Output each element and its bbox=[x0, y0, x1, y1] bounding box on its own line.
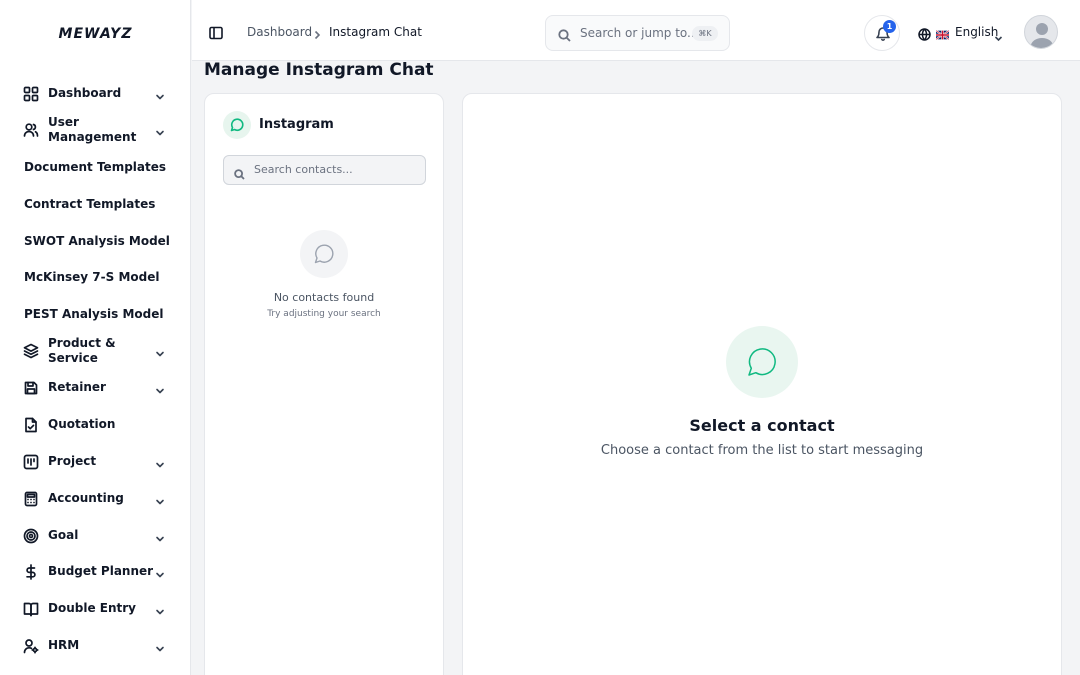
empty-chat-icon bbox=[300, 230, 348, 278]
contact-search-placeholder: Search contacts... bbox=[254, 163, 353, 176]
sidebar-item-label: Double Entry bbox=[48, 601, 136, 615]
empty-state-subtitle: Try adjusting your search bbox=[267, 309, 381, 319]
sidebar-item-label: HRM bbox=[48, 638, 80, 652]
uk-flag-icon bbox=[935, 25, 950, 41]
breadcrumb-current: Instagram Chat bbox=[329, 25, 422, 39]
grid-icon bbox=[23, 86, 39, 102]
user-silhouette-icon bbox=[1030, 23, 1054, 48]
sidebar-item-label: Dashboard bbox=[48, 86, 122, 100]
chevron-down-icon bbox=[154, 640, 166, 652]
users-icon bbox=[23, 122, 39, 138]
chevron-down-icon bbox=[154, 88, 166, 100]
sidebar-item-dashboard[interactable]: Dashboard bbox=[0, 84, 190, 104]
sidebar-item-user-management[interactable]: User Management bbox=[0, 114, 190, 146]
contacts-panel: Instagram Search contacts... No contacts… bbox=[204, 93, 444, 675]
sidebar-item-label: McKinsey 7-S Model bbox=[24, 270, 160, 284]
chat-bubble-icon bbox=[223, 111, 251, 139]
global-search-input[interactable]: Search or jump to... ⌘K bbox=[545, 15, 730, 51]
sidebar-item-label: User Management bbox=[48, 115, 137, 144]
search-icon bbox=[558, 27, 571, 42]
sidebar-item-product-service[interactable]: Product & Service bbox=[0, 335, 190, 367]
user-cog-icon bbox=[23, 638, 39, 654]
sidebar-item-document-templates[interactable]: Document Templates bbox=[0, 158, 190, 178]
search-placeholder: Search or jump to... bbox=[580, 26, 699, 40]
sidebar-item-hrm[interactable]: HRM bbox=[0, 636, 190, 656]
search-icon bbox=[234, 165, 245, 180]
book-icon bbox=[23, 601, 39, 617]
target-icon bbox=[23, 528, 39, 544]
chevron-down-icon bbox=[994, 28, 1003, 42]
sidebar-item-label: SWOT Analysis Model bbox=[24, 234, 170, 248]
sidebar-item-mckinsey-7s-model[interactable]: McKinsey 7-S Model bbox=[0, 268, 190, 288]
layers-icon bbox=[23, 343, 39, 359]
chat-placeholder-title: Select a contact bbox=[689, 416, 835, 435]
notification-count-badge: 1 bbox=[883, 20, 896, 33]
sidebar-item-project[interactable]: Project bbox=[0, 452, 190, 472]
keyboard-shortcut-badge: ⌘K bbox=[692, 26, 718, 41]
language-label: English bbox=[955, 25, 999, 39]
sidebar-item-label: PEST Analysis Model bbox=[24, 307, 164, 321]
sidebar-item-label: Product & Service bbox=[48, 336, 116, 365]
chevron-down-icon bbox=[154, 603, 166, 615]
brand-logo[interactable]: MEWAYZ bbox=[0, 26, 190, 42]
sidebar-item-label: Contract Templates bbox=[24, 197, 156, 211]
chat-bubble-icon bbox=[726, 326, 798, 398]
globe-icon bbox=[918, 26, 931, 41]
sidebar-item-quotation[interactable]: Quotation bbox=[0, 415, 190, 435]
language-selector[interactable]: English bbox=[916, 22, 1006, 42]
chevron-down-icon bbox=[154, 345, 166, 357]
contacts-panel-title: Instagram bbox=[259, 117, 334, 132]
chevron-down-icon bbox=[154, 456, 166, 468]
chat-placeholder-subtitle: Choose a contact from the list to start … bbox=[600, 443, 924, 458]
sidebar-item-label: Goal bbox=[48, 528, 79, 542]
empty-state-title: No contacts found bbox=[273, 291, 375, 304]
dollar-icon bbox=[23, 564, 39, 580]
chat-panel: Select a contact Choose a contact from t… bbox=[462, 93, 1062, 675]
save-icon bbox=[23, 380, 39, 396]
chevron-down-icon bbox=[154, 530, 166, 542]
chevron-down-icon bbox=[154, 493, 166, 505]
sidebar-item-budget-planner[interactable]: Budget Planner bbox=[0, 562, 190, 582]
sidebar-item-double-entry[interactable]: Double Entry bbox=[0, 599, 190, 619]
kanban-icon bbox=[23, 454, 39, 470]
user-avatar[interactable] bbox=[1024, 15, 1058, 49]
sidebar-item-label: Quotation bbox=[48, 417, 116, 431]
file-check-icon bbox=[23, 417, 39, 433]
sidebar-item-label: Document Templates bbox=[24, 160, 167, 174]
top-header: Dashboard Instagram Chat Search or jump … bbox=[192, 0, 1080, 61]
sidebar-item-contract-templates[interactable]: Contract Templates bbox=[0, 195, 190, 215]
sidebar-item-retainer[interactable]: Retainer bbox=[0, 378, 190, 398]
sidebar-item-swot-analysis-model[interactable]: SWOT Analysis Model bbox=[0, 232, 190, 252]
chevron-down-icon bbox=[154, 382, 166, 394]
calculator-icon bbox=[23, 491, 39, 507]
chevron-right-icon bbox=[312, 26, 322, 40]
chevron-down-icon bbox=[154, 566, 166, 578]
sidebar-item-label: Retainer bbox=[48, 380, 106, 394]
sidebar-item-label: Project bbox=[48, 454, 97, 468]
breadcrumb-dashboard[interactable]: Dashboard bbox=[247, 25, 312, 39]
sidebar-item-goal[interactable]: Goal bbox=[0, 526, 190, 546]
sidebar: MEWAYZ Dashboard User Management Documen… bbox=[0, 0, 191, 675]
sidebar-item-label: Budget Planner bbox=[48, 564, 154, 578]
notifications-button[interactable]: 1 bbox=[864, 15, 900, 51]
page-title: Manage Instagram Chat bbox=[204, 60, 434, 80]
sidebar-item-accounting[interactable]: Accounting bbox=[0, 489, 190, 509]
sidebar-toggle-icon[interactable] bbox=[209, 25, 223, 40]
chevron-down-icon bbox=[154, 124, 166, 136]
contact-search-input[interactable]: Search contacts... bbox=[223, 155, 426, 185]
sidebar-item-pest-analysis-model[interactable]: PEST Analysis Model bbox=[0, 305, 190, 325]
sidebar-item-label: Accounting bbox=[48, 491, 124, 505]
